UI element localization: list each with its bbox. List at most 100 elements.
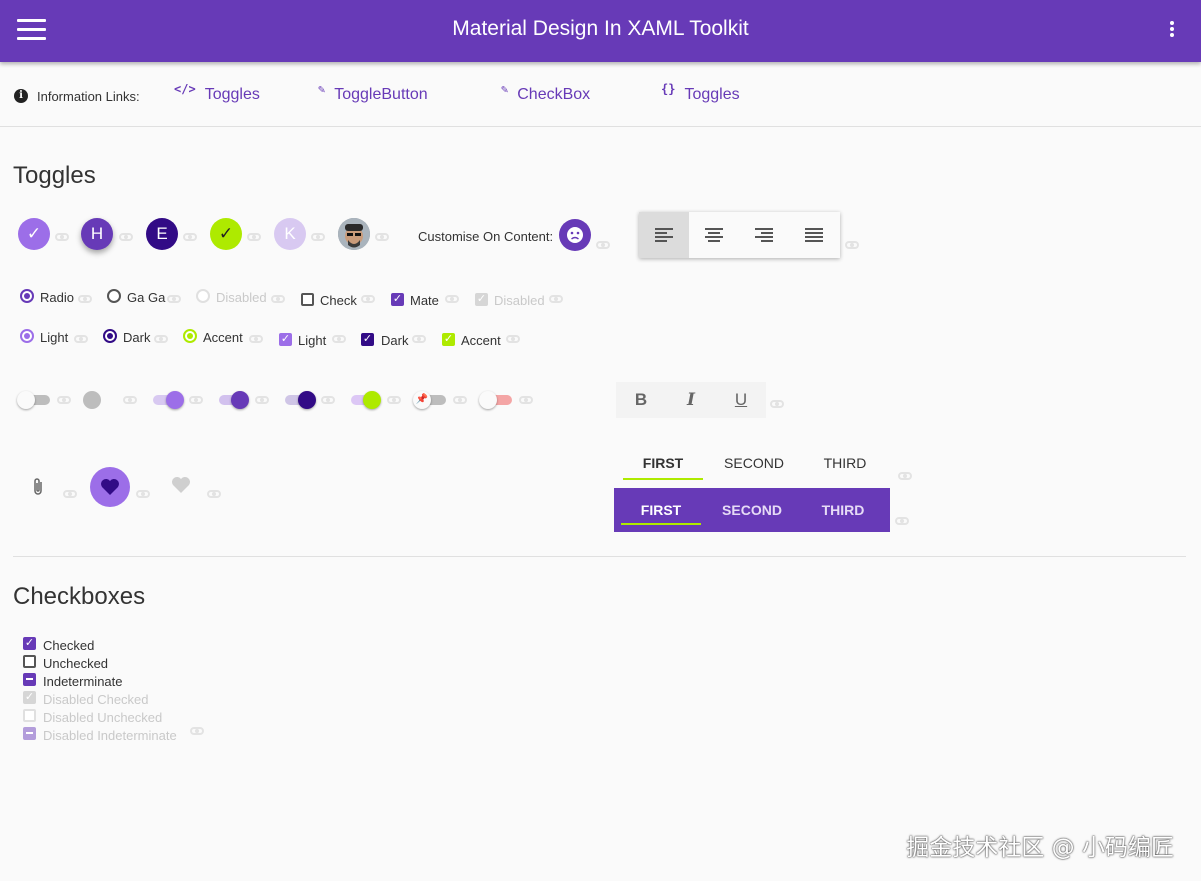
tab-second[interactable]: SECOND (714, 455, 794, 471)
code-hint-icon[interactable] (321, 396, 335, 404)
code-hint-icon[interactable] (247, 233, 261, 241)
checkbox-dark[interactable]: ✓ (361, 333, 374, 346)
tab-first[interactable]: FIRST (623, 455, 703, 471)
avatar-toggle[interactable] (338, 218, 370, 250)
avatar-image-icon (338, 218, 370, 250)
code-hint-icon[interactable] (445, 295, 459, 303)
align-center-icon (705, 228, 723, 244)
code-hint-icon[interactable] (74, 335, 88, 343)
checkbox-disabled-indeterminate-label: Disabled Indeterminate (43, 728, 177, 743)
code-hint-icon[interactable] (596, 241, 610, 249)
code-hint-icon[interactable] (119, 233, 133, 241)
code-hint-icon[interactable] (255, 396, 269, 404)
info-icon: i (14, 89, 28, 103)
radio-dark-label: Dark (123, 330, 151, 345)
code-hint-icon[interactable] (136, 490, 150, 498)
braces-icon: {} (661, 82, 676, 96)
align-left-button[interactable] (639, 212, 689, 258)
checkbox-disabled-checked: ✓ (23, 691, 36, 704)
checkbox-accent-label: Accent (461, 333, 501, 348)
radio-accent[interactable] (183, 329, 197, 343)
radio-dark[interactable] (103, 329, 117, 343)
code-hint-icon[interactable] (332, 335, 346, 343)
align-center-button[interactable] (689, 212, 739, 258)
tab-third[interactable]: THIRD (805, 455, 885, 471)
code-hint-icon[interactable] (189, 396, 203, 404)
code-hint-icon[interactable] (207, 490, 221, 498)
code-hint-icon[interactable] (387, 396, 401, 404)
code-hint-icon[interactable] (55, 233, 69, 241)
checkbox-mate[interactable]: ✓ (391, 293, 404, 306)
checkbox-disabled-label: Disabled (494, 293, 545, 308)
pin-icon[interactable]: 📌 (413, 391, 431, 409)
filled-tab-third[interactable]: THIRD (803, 502, 883, 518)
pencil-icon: ✎ (318, 82, 326, 96)
switch-primary-on[interactable] (231, 391, 249, 409)
attachment-icon[interactable] (30, 477, 46, 497)
code-hint-icon[interactable] (895, 517, 909, 525)
checkbox-indeterminate[interactable] (23, 673, 36, 686)
code-hint-icon[interactable] (78, 295, 92, 303)
italic-button[interactable]: I (666, 382, 716, 418)
code-hint-icon[interactable] (311, 233, 325, 241)
checkbox-accent[interactable]: ✓ (442, 333, 455, 346)
code-hint-icon[interactable] (361, 295, 375, 303)
checkbox-light[interactable]: ✓ (279, 333, 292, 346)
code-hint-icon[interactable] (63, 490, 77, 498)
filled-tab-second[interactable]: SECOND (712, 502, 792, 518)
code-hint-icon[interactable] (898, 472, 912, 480)
favorite-toggle[interactable] (90, 467, 130, 507)
switch-red-off[interactable] (479, 391, 497, 409)
link-togglebutton-docs[interactable]: ✎ ToggleButton (318, 82, 428, 104)
code-hint-icon[interactable] (249, 335, 263, 343)
circle-toggle-h[interactable]: H (81, 218, 113, 250)
code-hint-icon[interactable] (519, 396, 533, 404)
code-hint-icon[interactable] (770, 400, 784, 408)
switch-disabled (83, 391, 101, 409)
link-toggles-xaml[interactable]: {} Toggles (661, 82, 740, 104)
code-hint-icon[interactable] (154, 335, 168, 343)
radio-gaga-label: Ga Ga (127, 290, 166, 305)
checkbox-unchecked[interactable] (23, 655, 36, 668)
switch-light-on[interactable] (166, 391, 184, 409)
switch-dark-on[interactable] (298, 391, 316, 409)
circle-toggle-checked-light[interactable]: ✓ (18, 218, 50, 250)
link-toggles-source[interactable]: </> Toggles (174, 82, 260, 104)
checkbox-check-label: Check (320, 293, 357, 308)
code-hint-icon[interactable] (453, 396, 467, 404)
code-hint-icon[interactable] (271, 295, 285, 303)
checkbox-check[interactable] (301, 293, 314, 306)
circle-toggle-checked-accent[interactable]: ✓ (210, 218, 242, 250)
code-hint-icon[interactable] (506, 335, 520, 343)
code-hint-icon[interactable] (167, 295, 181, 303)
radio-radio[interactable] (20, 289, 34, 303)
align-justify-button[interactable] (789, 212, 839, 258)
code-hint-icon[interactable] (549, 295, 563, 303)
link-checkbox-docs[interactable]: ✎ CheckBox (501, 82, 590, 104)
radio-gaga[interactable] (107, 289, 121, 303)
circle-toggle-k-disabled: K (274, 218, 306, 250)
format-toggle-group: B I U (616, 382, 766, 418)
underline-button[interactable]: U (716, 382, 766, 418)
more-vert-icon[interactable] (1169, 21, 1175, 41)
code-hint-icon[interactable] (412, 335, 426, 343)
heart-icon (101, 479, 119, 495)
checkbox-checked[interactable]: ✓ (23, 637, 36, 650)
sad-face-toggle[interactable] (559, 219, 591, 251)
switch-off[interactable] (17, 391, 35, 409)
info-links-bar: i Information Links: </> Toggles ✎ ToggleB… (0, 63, 1201, 127)
code-hint-icon[interactable] (375, 233, 389, 241)
filled-tab-first[interactable]: FIRST (621, 502, 701, 518)
code-hint-icon[interactable] (183, 233, 197, 241)
align-right-button[interactable] (739, 212, 789, 258)
switch-accent-on[interactable] (363, 391, 381, 409)
code-hint-icon[interactable] (123, 396, 137, 404)
checkbox-unchecked-label: Unchecked (43, 656, 109, 671)
bold-button[interactable]: B (616, 382, 666, 418)
circle-toggle-e[interactable]: E (146, 218, 178, 250)
radio-light[interactable] (20, 329, 34, 343)
code-hint-icon[interactable] (845, 241, 859, 249)
customise-label: Customise On Content: (418, 229, 554, 244)
code-hint-icon[interactable] (190, 727, 204, 735)
code-hint-icon[interactable] (57, 396, 71, 404)
